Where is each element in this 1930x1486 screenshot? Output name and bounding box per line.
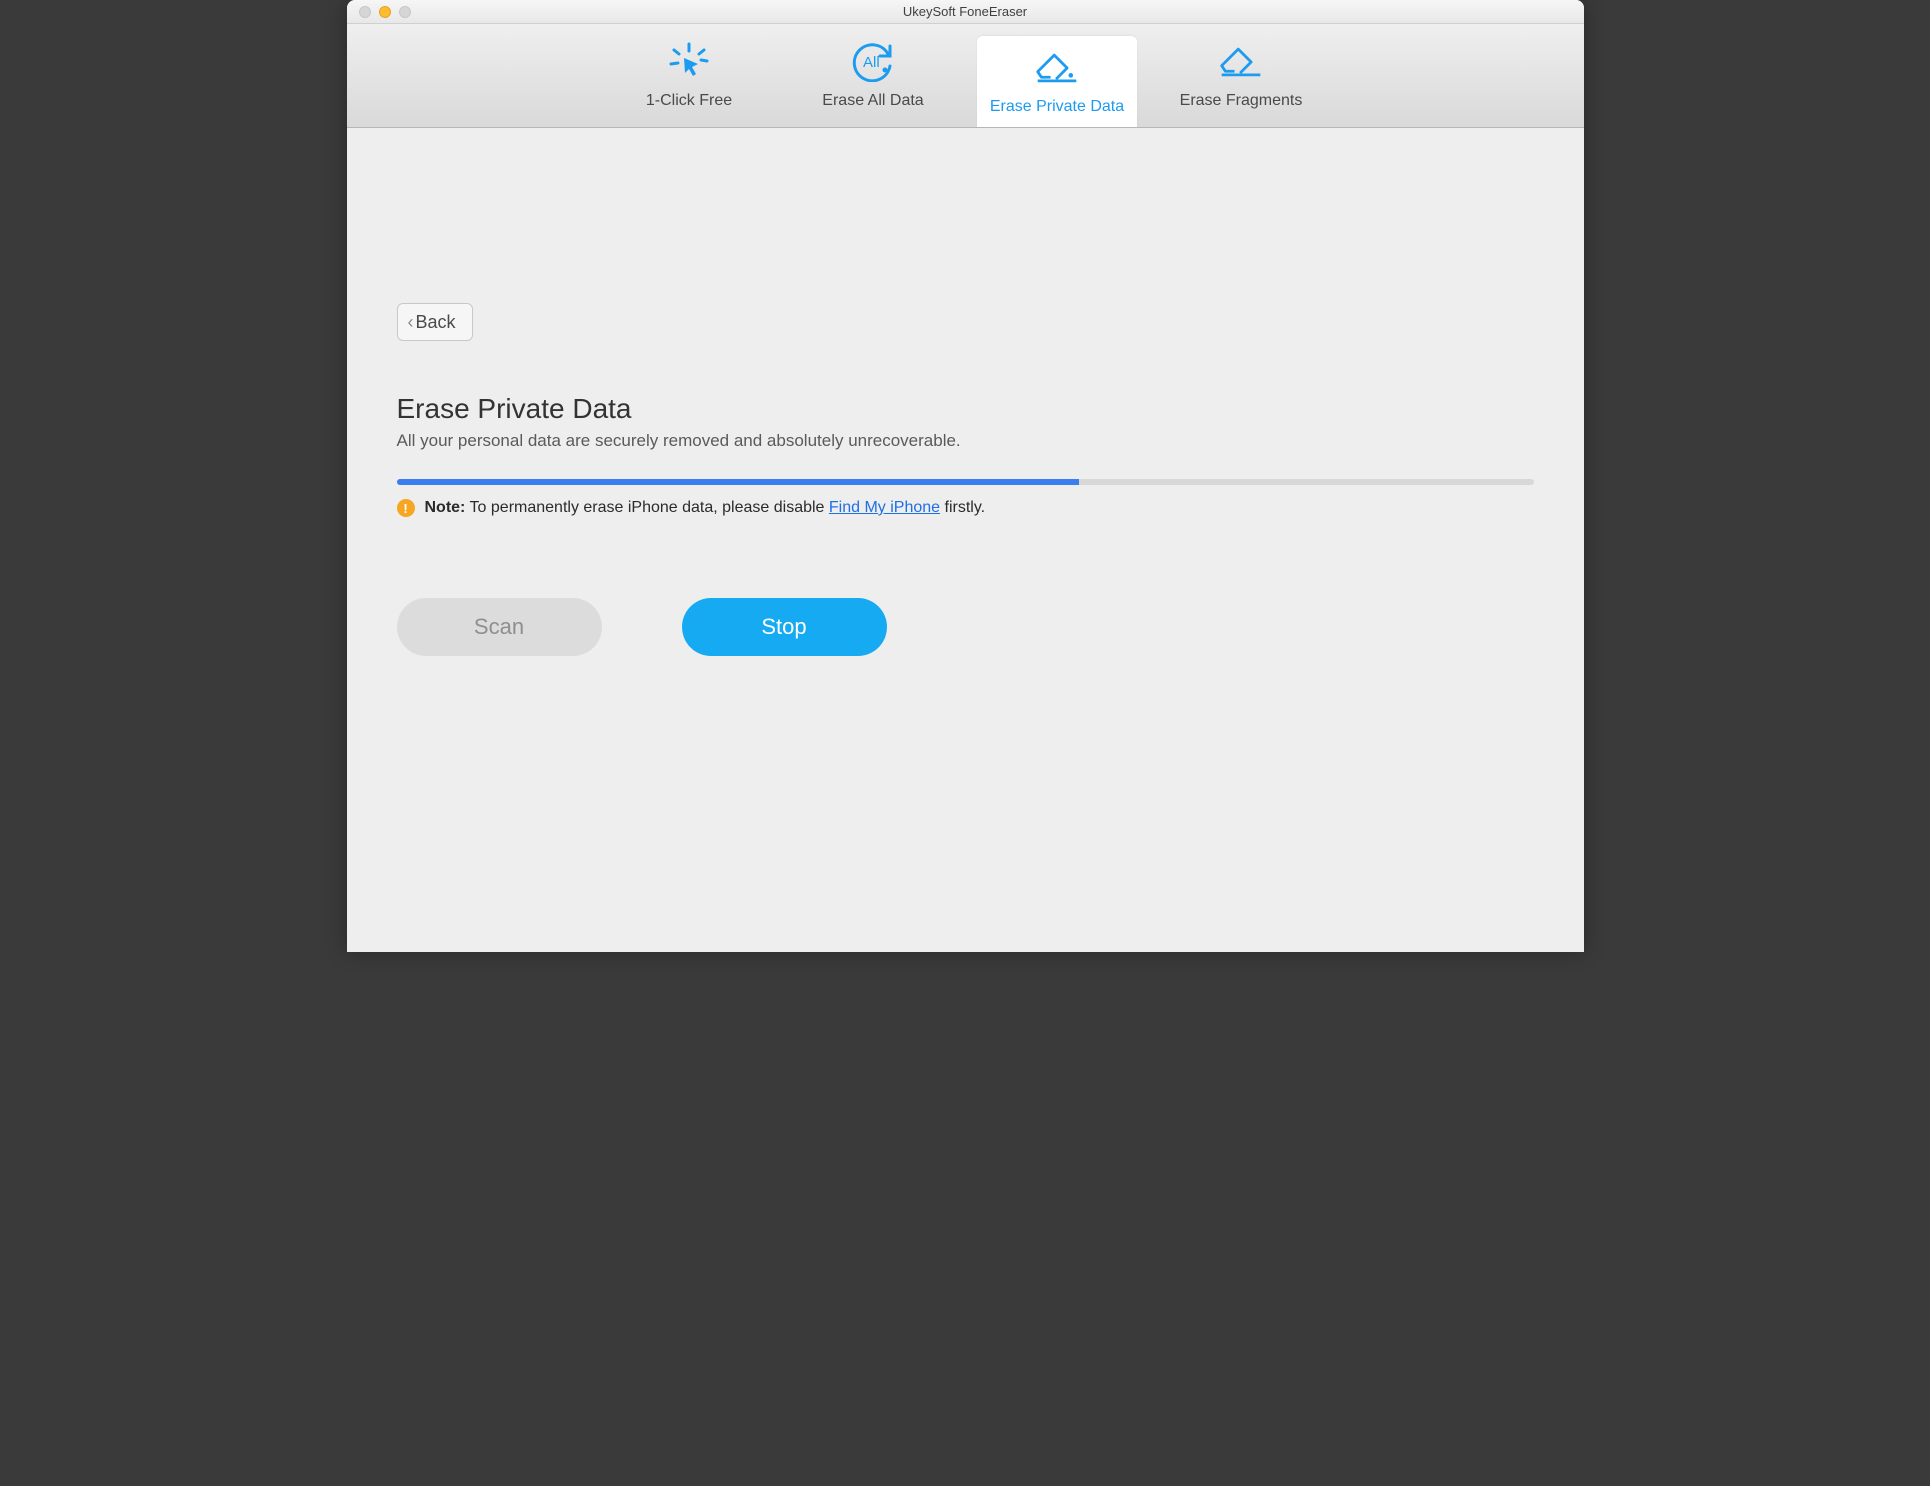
button-row: Scan Stop bbox=[397, 598, 887, 656]
window-maximize-button[interactable] bbox=[399, 6, 411, 18]
tab-label: Erase All Data bbox=[822, 92, 923, 110]
section: Erase Private Data All your personal dat… bbox=[397, 393, 1534, 517]
scan-button[interactable]: Scan bbox=[397, 598, 602, 656]
eraser-private-icon bbox=[1034, 48, 1080, 88]
toolbar: 1-Click Free All Erase All Data bbox=[347, 24, 1584, 128]
window-title: UkeySoft FoneEraser bbox=[347, 4, 1584, 19]
tab-label: Erase Fragments bbox=[1180, 92, 1303, 110]
find-my-iphone-link[interactable]: Find My iPhone bbox=[829, 499, 940, 516]
tab-one-click-free[interactable]: 1-Click Free bbox=[609, 24, 769, 127]
tab-erase-private-data[interactable]: Erase Private Data bbox=[977, 36, 1137, 127]
progress-fill bbox=[397, 479, 1079, 485]
eraser-fragments-icon bbox=[1218, 42, 1264, 82]
page-description: All your personal data are securely remo… bbox=[397, 431, 1534, 451]
warning-icon: ! bbox=[397, 499, 415, 517]
note-row: ! Note: To permanently erase iPhone data… bbox=[397, 499, 1534, 517]
tab-label: 1-Click Free bbox=[646, 92, 732, 110]
chevron-left-icon: ‹ bbox=[408, 313, 414, 331]
tab-label: Erase Private Data bbox=[990, 98, 1124, 116]
app-window: UkeySoft FoneEraser 1-Click Free bbox=[347, 0, 1584, 952]
tab-erase-all-data[interactable]: All Erase All Data bbox=[793, 24, 953, 127]
titlebar: UkeySoft FoneEraser bbox=[347, 0, 1584, 24]
tab-erase-fragments[interactable]: Erase Fragments bbox=[1161, 24, 1321, 127]
cursor-click-icon bbox=[666, 42, 712, 82]
note-label: Note: bbox=[425, 499, 466, 516]
content-area: ‹ Back Erase Private Data All your perso… bbox=[347, 128, 1584, 952]
traffic-lights bbox=[347, 6, 411, 18]
back-label: Back bbox=[416, 312, 456, 333]
page-heading: Erase Private Data bbox=[397, 393, 1534, 425]
note-posttext: firstly. bbox=[945, 499, 986, 516]
erase-all-icon: All bbox=[850, 42, 896, 82]
note-pretext: To permanently erase iPhone data, please… bbox=[470, 499, 829, 516]
stop-button[interactable]: Stop bbox=[682, 598, 887, 656]
back-button[interactable]: ‹ Back bbox=[397, 303, 473, 341]
window-close-button[interactable] bbox=[359, 6, 371, 18]
window-minimize-button[interactable] bbox=[379, 6, 391, 18]
svg-text:All: All bbox=[863, 54, 880, 71]
progress-bar bbox=[397, 479, 1534, 485]
